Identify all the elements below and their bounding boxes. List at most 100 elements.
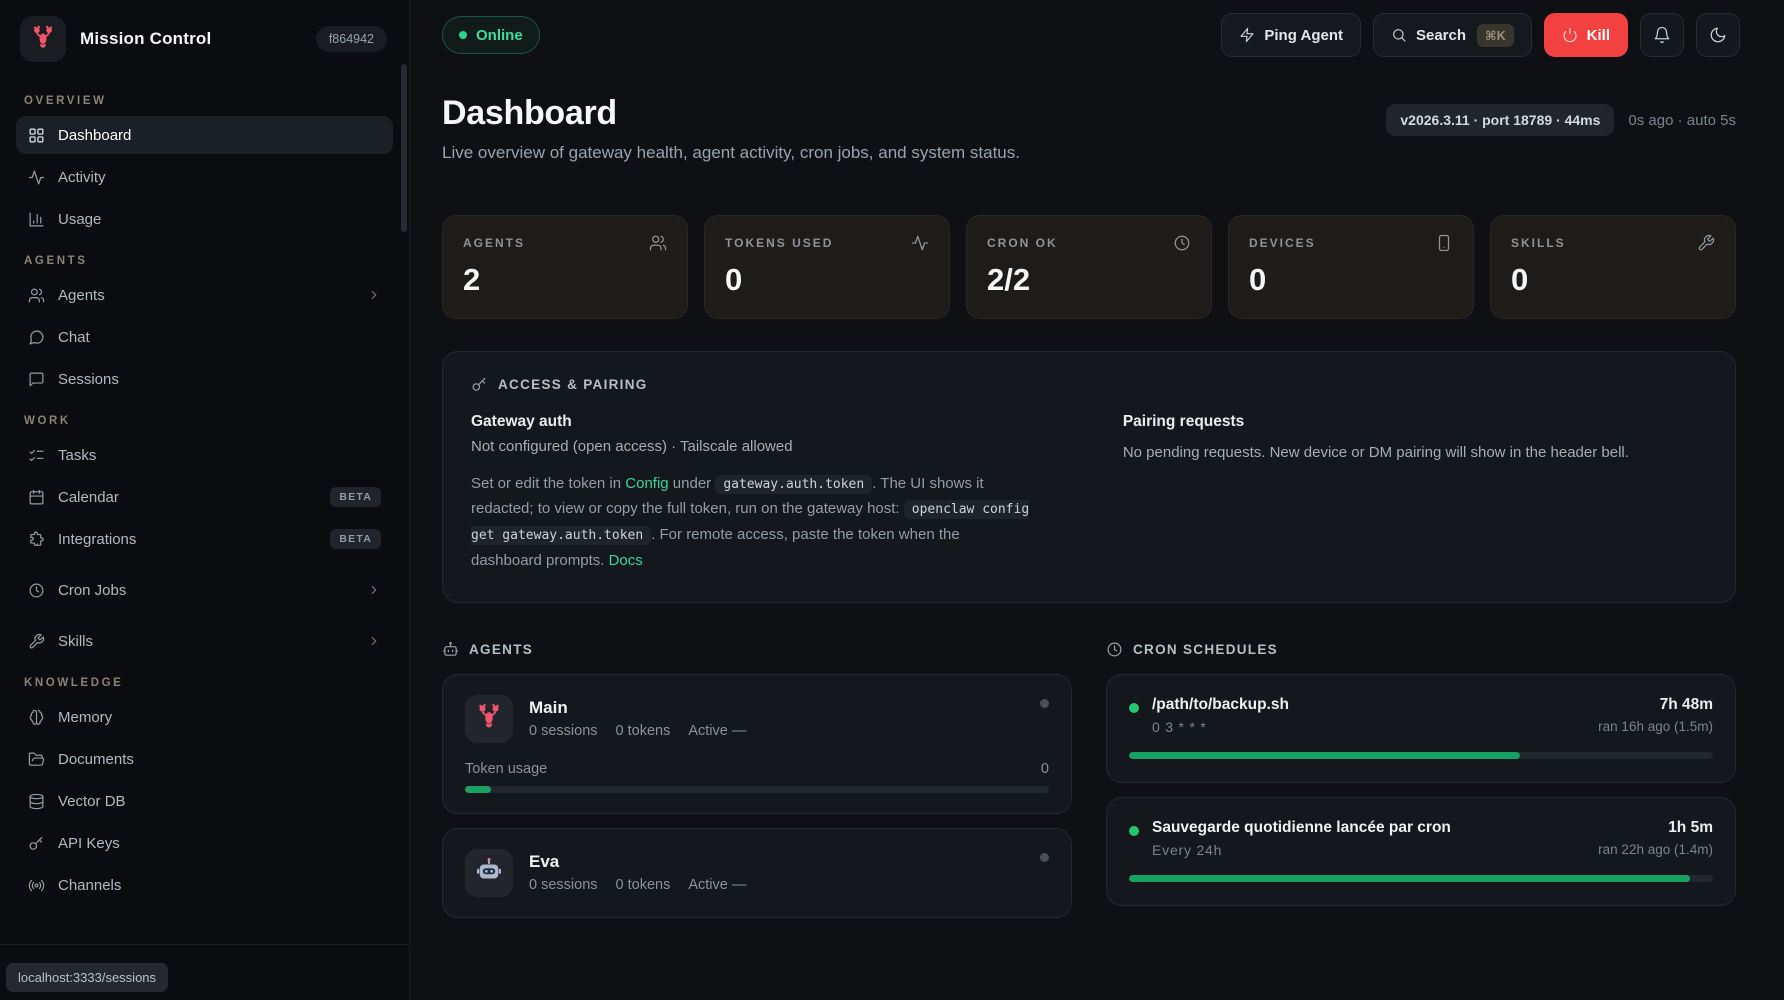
sidebar-item-documents[interactable]: Documents bbox=[16, 740, 393, 778]
cron-last-run: ran 22h ago (1.4m) bbox=[1598, 842, 1713, 857]
cron-card-sauvegarde-quotidienne-lanc-e-par-cron[interactable]: Sauvegarde quotidienne lancée par cronEv… bbox=[1106, 797, 1736, 906]
stat-card-value: 0 bbox=[725, 262, 929, 298]
agent-status-dot bbox=[1040, 853, 1049, 862]
search-button[interactable]: Search ⌘K bbox=[1373, 13, 1532, 57]
cron-card-path-to-backup-sh[interactable]: /path/to/backup.sh0 3 * * *7h 48mran 16h… bbox=[1106, 674, 1736, 783]
cron-timing: 1h 5mran 22h ago (1.4m) bbox=[1582, 819, 1713, 858]
agent-tokens: 0 tokens bbox=[616, 723, 671, 739]
users-icon bbox=[28, 287, 45, 304]
clock-icon bbox=[28, 582, 45, 599]
agent-name: Eva bbox=[529, 852, 746, 872]
sidebar-item-usage[interactable]: Usage bbox=[16, 200, 393, 238]
cron-info: Sauvegarde quotidienne lancée par cronEv… bbox=[1152, 819, 1451, 858]
stat-card-agents: AGENTS2 bbox=[442, 215, 688, 319]
link-status-tooltip: localhost:3333/sessions bbox=[6, 963, 168, 992]
database-icon bbox=[28, 793, 45, 810]
sidebar-section-label-knowledge: KNOWLEDGE bbox=[16, 664, 393, 698]
sidebar-item-label: Integrations bbox=[58, 531, 136, 548]
sidebar-item-agents[interactable]: Agents bbox=[16, 276, 393, 314]
stat-card-devices: DEVICES0 bbox=[1228, 215, 1474, 319]
notifications-button[interactable] bbox=[1640, 13, 1684, 57]
lobster-icon bbox=[29, 23, 57, 56]
kill-button[interactable]: Kill bbox=[1544, 13, 1628, 57]
sidebar-item-label: Documents bbox=[58, 751, 134, 768]
cron-card-row: Sauvegarde quotidienne lancée par cronEv… bbox=[1129, 819, 1713, 858]
chat-bubble-icon bbox=[28, 329, 45, 346]
gateway-auth-description: Set or edit the token in Config under ga… bbox=[471, 471, 1031, 574]
topbar-actions: Ping Agent Search ⌘K Kill bbox=[1221, 13, 1740, 57]
chevron-right-icon bbox=[367, 288, 381, 302]
agent-card-main[interactable]: Main 0 sessions0 tokensActive — Token usag… bbox=[442, 674, 1072, 814]
stat-card-label: AGENTS bbox=[463, 236, 525, 250]
chevron-right-icon bbox=[367, 583, 381, 597]
sidebar-item-channels[interactable]: Channels bbox=[16, 866, 393, 904]
agent-card-row: Eva 0 sessions0 tokensActive — bbox=[465, 849, 1049, 897]
agents-section: AGENTS Main 0 sessions0 tokensActive — Tok… bbox=[442, 641, 1072, 932]
build-hash-badge: f864942 bbox=[316, 26, 387, 52]
sidebar-section-label-agents: AGENTS bbox=[16, 242, 393, 276]
ping-agent-label: Ping Agent bbox=[1264, 27, 1343, 44]
message-square-icon bbox=[28, 371, 45, 388]
puzzle-icon bbox=[28, 531, 45, 548]
sidebar-item-memory[interactable]: Memory bbox=[16, 698, 393, 736]
usage-row: Token usage0 bbox=[465, 761, 1049, 777]
sidebar-item-tasks[interactable]: Tasks bbox=[16, 436, 393, 474]
pairing-column: Pairing requests No pending requests. Ne… bbox=[1123, 413, 1707, 574]
stat-card-value: 2/2 bbox=[987, 262, 1191, 298]
stat-card-label: SKILLS bbox=[1511, 236, 1566, 250]
agents-section-header: AGENTS bbox=[442, 641, 1072, 658]
users-icon bbox=[649, 234, 667, 252]
stat-card-label: CRON OK bbox=[987, 236, 1058, 250]
sidebar-item-label: Calendar bbox=[58, 489, 119, 506]
folder-icon bbox=[28, 751, 45, 768]
code-snippet: openclaw config get gateway.auth.token bbox=[471, 500, 1029, 545]
docs-link[interactable]: Docs bbox=[609, 552, 643, 569]
sidebar-scrollbar[interactable] bbox=[401, 64, 407, 232]
sidebar-item-dashboard[interactable]: Dashboard bbox=[16, 116, 393, 154]
sidebar-item-chat[interactable]: Chat bbox=[16, 318, 393, 356]
robot-avatar-icon bbox=[474, 855, 504, 890]
cron-schedule: Every 24h bbox=[1152, 842, 1451, 858]
chevron-right-icon bbox=[367, 634, 381, 648]
cron-schedule: 0 3 * * * bbox=[1152, 719, 1289, 735]
smartphone-icon bbox=[1435, 234, 1453, 252]
online-label: Online bbox=[476, 27, 523, 44]
agent-avatar bbox=[465, 695, 513, 743]
config-link[interactable]: Config bbox=[625, 475, 668, 492]
sidebar-item-activity[interactable]: Activity bbox=[16, 158, 393, 196]
activity-icon bbox=[911, 234, 929, 252]
cron-timing: 7h 48mran 16h ago (1.5m) bbox=[1582, 696, 1713, 735]
access-pairing-title: ACCESS & PAIRING bbox=[498, 377, 648, 392]
theme-toggle-button[interactable] bbox=[1696, 13, 1740, 57]
cron-section: CRON SCHEDULES /path/to/backup.sh0 3 * *… bbox=[1106, 641, 1736, 932]
clock-icon bbox=[1106, 641, 1123, 658]
stat-card-header: DEVICES bbox=[1249, 234, 1453, 252]
online-dot-icon bbox=[459, 31, 467, 39]
sidebar-item-vector-db[interactable]: Vector DB bbox=[16, 782, 393, 820]
cron-next-run: 7h 48m bbox=[1598, 696, 1713, 714]
agent-card-eva[interactable]: Eva 0 sessions0 tokensActive — bbox=[442, 828, 1072, 918]
agent-name: Main bbox=[529, 698, 746, 718]
cron-progress-track bbox=[1129, 752, 1713, 759]
code-snippet: gateway.auth.token bbox=[715, 475, 872, 494]
sidebar-item-sessions[interactable]: Sessions bbox=[16, 360, 393, 398]
stat-card-header: TOKENS USED bbox=[725, 234, 929, 252]
dashboard-icon bbox=[28, 127, 45, 144]
usage-progress-track bbox=[465, 786, 1049, 793]
sidebar-item-integrations[interactable]: Integrations BETA bbox=[16, 520, 393, 558]
agent-meta: 0 sessions0 tokensActive — bbox=[529, 877, 746, 893]
sidebar-item-calendar[interactable]: CalendarBETA bbox=[16, 478, 393, 516]
sidebar-item-skills[interactable]: Skills bbox=[16, 622, 393, 660]
agents-section-title: AGENTS bbox=[469, 642, 533, 657]
agent-meta: 0 sessions0 tokensActive — bbox=[529, 723, 746, 739]
sidebar-item-cron-jobs[interactable]: Cron Jobs bbox=[16, 571, 393, 609]
sidebar-item-label: Skills bbox=[58, 633, 93, 650]
bolt-icon bbox=[1239, 27, 1255, 43]
ping-agent-button[interactable]: Ping Agent bbox=[1221, 13, 1361, 57]
cron-status-dot bbox=[1129, 826, 1139, 836]
stat-card-skills: SKILLS0 bbox=[1490, 215, 1736, 319]
sidebar-item-api-keys[interactable]: API Keys bbox=[16, 824, 393, 862]
beta-badge: BETA bbox=[330, 529, 381, 549]
sidebar-item-label: Cron Jobs bbox=[58, 582, 126, 599]
page-title: Dashboard bbox=[442, 96, 1020, 132]
